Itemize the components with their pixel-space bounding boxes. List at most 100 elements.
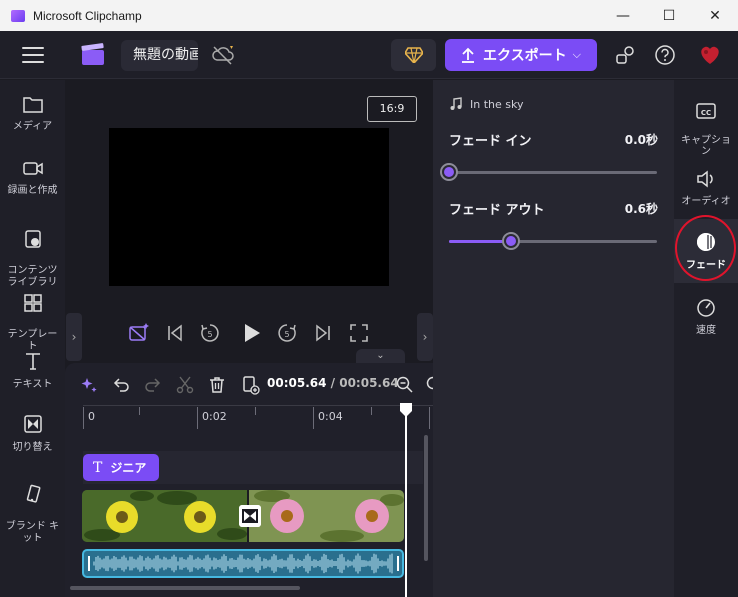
close-button[interactable]: ✕	[692, 0, 738, 31]
ruler-tick	[197, 407, 198, 429]
speed-icon	[697, 299, 715, 317]
expand-left-panel-button[interactable]: ›	[66, 313, 82, 361]
sidebar-item-label: メディア	[12, 121, 53, 132]
fade-in-slider-thumb[interactable]	[440, 163, 458, 181]
tick-label: 0:02	[202, 410, 227, 423]
time-ruler	[83, 405, 433, 406]
sidebar-item-label: テンプレー ト	[7, 329, 58, 352]
skip-back-icon[interactable]	[164, 322, 186, 344]
cloud-sync-off-icon[interactable]	[211, 44, 235, 66]
feedback-icon[interactable]	[614, 44, 636, 66]
diamond-icon	[404, 47, 423, 63]
fade-in-value: 0.0秒	[624, 133, 658, 147]
sidebar-item-record[interactable]: 録画と作成	[0, 158, 65, 196]
captions-icon: CC	[696, 103, 716, 119]
forward-5-icon[interactable]: 5	[276, 322, 298, 344]
title-bar: Microsoft Clipchamp — ☐ ✕	[0, 0, 738, 31]
horizontal-scrollbar[interactable]	[70, 586, 300, 590]
expand-right-panel-button[interactable]: ›	[417, 313, 433, 361]
ruler-tick	[429, 407, 430, 429]
fullscreen-icon[interactable]	[348, 322, 370, 344]
zoom-out-icon[interactable]	[395, 375, 415, 395]
export-button[interactable]: エクスポート ⌵	[445, 39, 597, 71]
audio-track-name: In the sky	[450, 97, 523, 111]
avatar[interactable]	[698, 43, 722, 67]
right-sidebar: CC キャプショ ン オーディオ フェード 速度	[674, 80, 738, 597]
split-scissors-icon[interactable]	[175, 375, 195, 395]
premium-button[interactable]	[391, 39, 436, 71]
ruler-tick	[255, 407, 256, 415]
svg-text:5: 5	[207, 330, 212, 339]
aspect-ratio-button[interactable]: 16:9	[367, 96, 417, 122]
ruler-tick	[139, 407, 140, 415]
top-toolbar: 無題の動画 エクスポート ⌵	[0, 31, 738, 79]
sidebar-item-label: 切り替え	[12, 442, 53, 453]
sidebar-item-audio[interactable]: オーディオ	[674, 169, 738, 207]
total-time: 00:05.64	[339, 376, 399, 390]
fade-in-slider[interactable]	[440, 163, 657, 181]
templates-icon	[23, 294, 42, 312]
fade-out-slider[interactable]	[449, 232, 657, 250]
sidebar-item-label: オーディオ	[681, 196, 731, 207]
export-label: エクスポート	[483, 48, 567, 64]
fade-out-slider-thumb[interactable]	[502, 232, 521, 250]
window-title: Microsoft Clipchamp	[33, 8, 142, 23]
video-preview-canvas	[109, 128, 389, 286]
trim-handle[interactable]	[88, 556, 90, 571]
current-time: 00:05.64	[267, 376, 327, 390]
trim-handle[interactable]	[397, 556, 399, 571]
tick-label: 0	[88, 410, 95, 423]
undo-icon[interactable]	[111, 375, 131, 395]
sidebar-item-captions[interactable]: CC キャプショ ン	[674, 90, 738, 157]
track-name-label: In the sky	[470, 97, 524, 111]
maximize-button[interactable]: ☐	[646, 0, 692, 31]
sidebar-item-templates[interactable]: テンプレー ト	[0, 280, 65, 353]
vertical-scrollbar[interactable]	[424, 435, 428, 561]
fade-out-value: 0.6秒	[624, 202, 658, 216]
brand-kit-icon	[26, 484, 40, 503]
collapse-timeline-button[interactable]: ⌄	[356, 349, 405, 363]
playhead-handle[interactable]	[400, 403, 412, 417]
audio-icon	[697, 170, 713, 188]
text-clip[interactable]: T ジニア	[83, 454, 159, 481]
redo-icon[interactable]	[143, 375, 163, 395]
music-note-icon	[450, 97, 462, 110]
sidebar-item-label: ブランド キ ット	[5, 521, 60, 544]
sidebar-item-speed[interactable]: 速度	[674, 296, 738, 336]
time-separator: /	[326, 376, 340, 390]
timeline-panel: 00:05.64 / 00:05.64 0 0:02 0:04 T ジニア	[65, 363, 433, 597]
sidebar-item-content-library[interactable]: コンテンツ ライブラリ	[0, 216, 65, 289]
sidebar-item-media[interactable]: メディア	[0, 94, 65, 132]
clapperboard-icon	[81, 43, 104, 65]
help-icon[interactable]	[654, 44, 676, 66]
minimize-button[interactable]: —	[600, 0, 646, 31]
project-title-field[interactable]: 無題の動画	[121, 40, 198, 71]
left-sidebar: メディア 録画と作成 コンテンツ ライブラリ テンプレー ト テキスト 切り替え…	[0, 80, 65, 597]
transitions-icon	[23, 415, 42, 433]
menu-icon[interactable]	[22, 47, 44, 63]
ruler-tick	[313, 407, 314, 429]
ruler-tick	[83, 407, 84, 429]
skip-forward-icon[interactable]	[312, 322, 334, 344]
text-clip-icon: T	[93, 459, 103, 476]
play-icon[interactable]	[239, 321, 263, 345]
sidebar-item-transitions[interactable]: 切り替え	[0, 413, 65, 453]
sidebar-item-label: 速度	[696, 325, 716, 336]
add-to-timeline-icon[interactable]	[241, 375, 261, 395]
ai-sparkle-icon[interactable]	[79, 375, 99, 395]
zoom-in-icon[interactable]	[425, 375, 433, 395]
magic-edit-icon[interactable]	[128, 322, 150, 344]
timecode: 00:05.64 / 00:05.64	[267, 376, 399, 390]
fade-in-label: フェード イン	[449, 134, 532, 149]
transition-icon[interactable]	[239, 505, 261, 527]
audio-clip[interactable]	[82, 549, 404, 578]
sidebar-item-text[interactable]: テキスト	[0, 350, 65, 390]
svg-text:5: 5	[284, 330, 289, 339]
sidebar-item-brand-kit[interactable]: ブランド キ ット	[0, 472, 65, 545]
upload-icon	[462, 47, 474, 63]
fade-out-label: フェード アウト	[449, 203, 545, 218]
delete-icon[interactable]	[207, 375, 227, 395]
playhead[interactable]	[405, 403, 407, 597]
highlight-circle	[675, 215, 736, 281]
rewind-5-icon[interactable]: 5	[199, 322, 221, 344]
